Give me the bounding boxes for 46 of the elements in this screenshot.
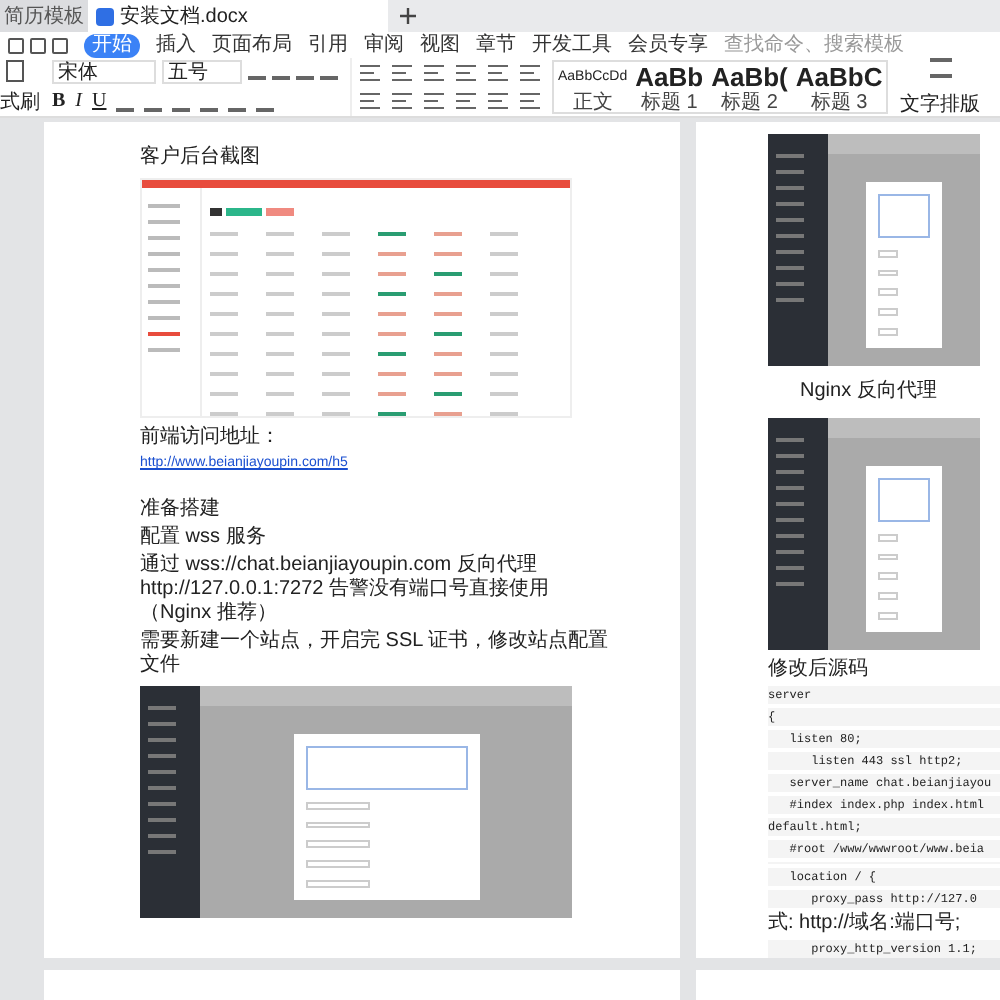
paragraph-tool-icon[interactable] — [424, 92, 444, 110]
menu-tab[interactable]: 引用 — [308, 33, 348, 57]
format-button[interactable]: U — [92, 90, 107, 114]
search-field[interactable]: 查找命令、搜索模板 — [724, 32, 924, 58]
menu-tab[interactable]: 章节 — [476, 33, 516, 57]
paragraph-tool-icon[interactable] — [488, 64, 508, 82]
text-layout-icon[interactable] — [929, 58, 952, 78]
body-text: 配置 wss 服务 — [140, 526, 268, 550]
style-option[interactable]: AaBb( 标题 2 — [707, 62, 792, 112]
format-painter-label[interactable]: 式刷 — [0, 92, 40, 114]
document-tab[interactable]: 安装文档.docx — [88, 0, 388, 32]
paragraph-tool-icon[interactable] — [520, 92, 540, 110]
menu-tab[interactable]: 开始 — [84, 33, 140, 57]
body-text: 前端访问地址： — [140, 426, 282, 450]
body-text: 修改后源码 — [768, 658, 870, 682]
style-option[interactable]: AaBbC 标题 3 — [791, 62, 887, 112]
paragraph-tool-icon[interactable] — [392, 92, 412, 110]
paragraph-tool-icon[interactable] — [456, 64, 476, 82]
body-text: 式: http://域名:端口号; — [768, 912, 963, 936]
document-tab[interactable]: 简历模板 — [0, 0, 88, 32]
paragraph-tool-icon[interactable] — [392, 64, 412, 82]
text-layout-label[interactable]: 文字排版 — [900, 94, 981, 116]
font-dropdown[interactable]: 宋体 — [52, 60, 156, 84]
paragraph-tool-icon[interactable] — [520, 64, 540, 82]
heading-text: Nginx 反向代理 — [798, 380, 939, 404]
paragraph-tool-icon[interactable] — [456, 92, 476, 110]
body-text: 客户后台截图 — [140, 146, 262, 170]
paragraph-tool-icon[interactable] — [424, 64, 444, 82]
add-tab-icon[interactable] — [400, 8, 416, 24]
body-text: 准备搭建 — [140, 498, 222, 522]
body-text: 通过 wss://chat.beianjiayoupin.com 反向代理 http://127.0.0.1:7272 告警没有端口号直接使用（Nginx 推荐） — [140, 554, 552, 626]
paragraph-tool-icon[interactable] — [360, 64, 380, 82]
menu-tab[interactable]: 开发工具 — [532, 33, 612, 57]
menu-tab[interactable]: 插入 — [156, 33, 196, 57]
menu-tab[interactable]: 页面布局 — [212, 33, 292, 57]
paragraph-tool-icon[interactable] — [360, 92, 380, 110]
paragraph-tool-icon[interactable] — [488, 92, 508, 110]
menu-tab[interactable]: 会员专享 — [628, 33, 708, 57]
font-size-dropdown[interactable]: 五号 — [162, 60, 242, 84]
style-option[interactable]: AaBb 标题 1 — [631, 62, 708, 112]
menu-tab[interactable]: 审阅 — [364, 33, 404, 57]
format-button[interactable]: B — [52, 90, 66, 114]
format-painter-icon[interactable] — [6, 60, 24, 82]
menu-tab[interactable]: 视图 — [420, 33, 460, 57]
format-button[interactable]: I — [75, 90, 83, 114]
body-text: 需要新建一个站点，开启完 SSL 证书，修改站点配置文件 — [140, 630, 611, 678]
